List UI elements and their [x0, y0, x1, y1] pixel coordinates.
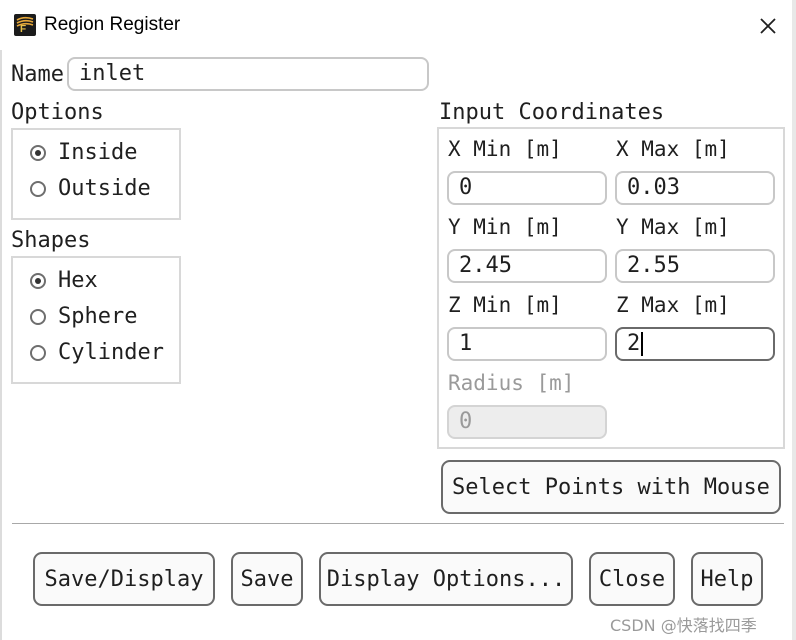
shapes-heading: Shapes [11, 228, 91, 253]
save-display-button[interactable]: Save/Display [33, 552, 215, 606]
options-group: Inside Outside [11, 128, 181, 220]
save-button[interactable]: Save [231, 552, 303, 606]
radius-label: Radius [m] [448, 371, 575, 395]
coords-heading: Input Coordinates [439, 100, 665, 125]
separator [12, 523, 784, 524]
select-points-button[interactable]: Select Points with Mouse [441, 460, 781, 514]
title-bar: F Region Register [0, 0, 796, 50]
name-label: Name [11, 62, 64, 87]
fluent-logo-icon: F [14, 14, 36, 36]
x-min-input[interactable]: 0 [447, 171, 607, 205]
window-border [792, 0, 796, 640]
window-border [0, 50, 2, 640]
radius-input: 0 [447, 405, 607, 439]
radio-unchecked-icon [30, 309, 46, 325]
x-min-label: X Min [m] [448, 137, 562, 161]
radio-sphere[interactable]: Sphere [30, 302, 170, 332]
shapes-group: Hex Sphere Cylinder [11, 256, 181, 384]
radio-cylinder[interactable]: Cylinder [30, 338, 170, 368]
radio-inside-label: Inside [58, 140, 138, 165]
text-caret [641, 332, 644, 356]
z-min-input[interactable]: 1 [447, 327, 607, 361]
radio-hex[interactable]: Hex [30, 266, 170, 296]
options-heading: Options [11, 100, 104, 125]
window-title: Region Register [44, 14, 181, 35]
radio-cylinder-label: Cylinder [58, 340, 164, 365]
radio-checked-icon [30, 273, 46, 289]
z-max-label: Z Max [m] [616, 293, 730, 317]
radio-unchecked-icon [30, 181, 46, 197]
close-icon[interactable] [754, 12, 782, 40]
z-max-value: 2 [627, 331, 641, 356]
y-min-label: Y Min [m] [448, 215, 562, 239]
help-button[interactable]: Help [691, 552, 763, 606]
radio-inside[interactable]: Inside [30, 138, 170, 168]
watermark: CSDN @快落找四季 [610, 616, 757, 635]
z-max-input[interactable]: 2 [615, 327, 775, 361]
radio-checked-icon [30, 145, 46, 161]
x-max-label: X Max [m] [616, 137, 730, 161]
y-min-input[interactable]: 2.45 [447, 249, 607, 283]
radio-outside-label: Outside [58, 176, 151, 201]
y-max-label: Y Max [m] [616, 215, 730, 239]
name-input[interactable]: inlet [67, 57, 429, 91]
close-button[interactable]: Close [589, 552, 675, 606]
display-options-button[interactable]: Display Options... [319, 552, 573, 606]
x-max-input[interactable]: 0.03 [615, 171, 775, 205]
radio-hex-label: Hex [58, 268, 98, 293]
y-max-input[interactable]: 2.55 [615, 249, 775, 283]
radio-sphere-label: Sphere [58, 304, 138, 329]
z-min-label: Z Min [m] [448, 293, 562, 317]
radio-outside[interactable]: Outside [30, 174, 170, 204]
radio-unchecked-icon [30, 345, 46, 361]
